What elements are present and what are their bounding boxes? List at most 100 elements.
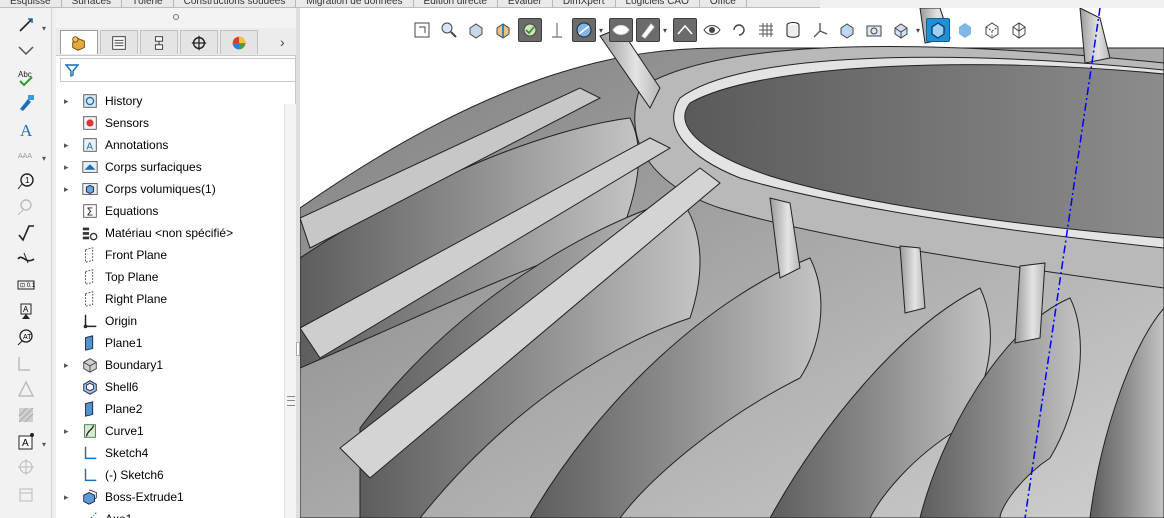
- area-hatch-button[interactable]: [14, 404, 38, 426]
- edit-appearance-button[interactable]: [636, 18, 660, 42]
- graphics-area[interactable]: [300, 8, 1164, 518]
- magnetic-line-button[interactable]: [14, 196, 38, 218]
- expand-arrow-icon[interactable]: ▸: [64, 96, 72, 106]
- tree-item[interactable]: Front Plane: [56, 244, 284, 266]
- tree-item[interactable]: Origin: [56, 310, 284, 332]
- command-tab[interactable]: Surfaces: [62, 0, 123, 7]
- tree-filter[interactable]: [60, 58, 296, 82]
- tree-item[interactable]: ▸ Corps surfaciques: [56, 156, 284, 178]
- format-painter-button[interactable]: [14, 92, 38, 114]
- panel-grip[interactable]: [56, 8, 296, 28]
- tree-item[interactable]: ▸ Curve1: [56, 420, 284, 442]
- display-style-button[interactable]: [572, 18, 596, 42]
- tree-item[interactable]: ▸ A Annotations: [56, 134, 284, 156]
- more-tabs-button[interactable]: ›: [280, 35, 292, 49]
- weld-symbol-button[interactable]: [14, 248, 38, 270]
- view-cube-button[interactable]: [889, 18, 913, 42]
- command-tab[interactable]: Logiciels CAO: [616, 0, 700, 7]
- tree-item[interactable]: Sketch4: [56, 442, 284, 464]
- tree-item[interactable]: Plane1: [56, 332, 284, 354]
- datum-feature-button[interactable]: ⊡ 0.1: [14, 274, 38, 296]
- rotate-button[interactable]: [727, 18, 751, 42]
- center-mark-button[interactable]: [14, 456, 38, 478]
- zoom-to-fit-button[interactable]: [410, 18, 434, 42]
- dropdown-caret-icon[interactable]: ▾: [42, 154, 50, 163]
- surface-finish-button[interactable]: [14, 222, 38, 244]
- featuremanager-tab[interactable]: [60, 30, 98, 54]
- command-tab[interactable]: Édition directe: [414, 0, 498, 7]
- expand-arrow-icon[interactable]: ▸: [64, 140, 72, 150]
- expand-arrow-icon[interactable]: ▸: [64, 162, 72, 172]
- realview-button[interactable]: [835, 18, 859, 42]
- command-tab[interactable]: DimXpert: [553, 0, 616, 7]
- triad-button[interactable]: [808, 18, 832, 42]
- tree-item[interactable]: Shell6: [56, 376, 284, 398]
- tree-item[interactable]: ▸ Corps volumiques(1): [56, 178, 284, 200]
- block-button[interactable]: A: [14, 430, 38, 452]
- center-mark-icon: [16, 457, 36, 477]
- datum-target-button[interactable]: AT: [14, 326, 38, 348]
- hide-show-button[interactable]: [609, 18, 633, 42]
- note-button[interactable]: A: [14, 118, 38, 140]
- tree-item[interactable]: Top Plane: [56, 266, 284, 288]
- expand-arrow-icon[interactable]: ▸: [64, 426, 72, 436]
- tree-item[interactable]: (-) Sketch6: [56, 464, 284, 486]
- expand-arrow-icon[interactable]: ▸: [64, 184, 72, 194]
- balloon-button[interactable]: AAA: [14, 144, 38, 166]
- expand-arrow-icon[interactable]: ▸: [64, 492, 72, 502]
- dynamic-annotation-button[interactable]: [518, 18, 542, 42]
- section-view-button[interactable]: [491, 18, 515, 42]
- previous-view-button[interactable]: [464, 18, 488, 42]
- database-button[interactable]: [781, 18, 805, 42]
- spell-check-button[interactable]: Abc: [14, 66, 38, 88]
- tree-item[interactable]: Plane2: [56, 398, 284, 420]
- configurationmanager-tab[interactable]: [140, 30, 178, 54]
- dropdown-caret-icon[interactable]: ▾: [663, 26, 671, 35]
- wireframe-button[interactable]: [1007, 18, 1031, 42]
- align-button[interactable]: [14, 40, 38, 62]
- command-tab[interactable]: Migration de données: [296, 0, 414, 7]
- tree-item[interactable]: ▸ History: [56, 90, 284, 112]
- camera-button[interactable]: [862, 18, 886, 42]
- command-tab[interactable]: Constructions soudées: [174, 0, 297, 7]
- tree-item[interactable]: Right Plane: [56, 288, 284, 310]
- equation-icon: Σ: [80, 202, 100, 220]
- revision-cloud-button[interactable]: [14, 378, 38, 400]
- command-tab[interactable]: Tôlerie: [122, 0, 174, 7]
- tree-item[interactable]: ▸ Boundary1: [56, 354, 284, 376]
- wireframe-icon: [1009, 20, 1029, 40]
- dropdown-caret-icon[interactable]: ▾: [42, 440, 50, 449]
- dropdown-caret-icon[interactable]: ▾: [599, 26, 607, 35]
- smart-dimension-button[interactable]: [14, 14, 38, 36]
- displaymanager-tab[interactable]: [220, 30, 258, 54]
- dimxpertmanager-tab[interactable]: [180, 30, 218, 54]
- hidden-lines-button[interactable]: [980, 18, 1004, 42]
- command-tab[interactable]: Esquisse: [0, 0, 62, 7]
- geometric-tolerance-button[interactable]: A: [14, 300, 38, 322]
- command-tab[interactable]: Office: [700, 0, 747, 7]
- autoballoon-button[interactable]: 1: [14, 170, 38, 192]
- view-orientation-button[interactable]: [545, 18, 569, 42]
- tree-item-label: History: [105, 94, 143, 108]
- view-settings-button[interactable]: [700, 18, 724, 42]
- apply-scene-button[interactable]: [673, 18, 697, 42]
- tree-item[interactable]: Σ Equations: [56, 200, 284, 222]
- grid-button[interactable]: [754, 18, 778, 42]
- zoom-area-button[interactable]: [437, 18, 461, 42]
- tree-item[interactable]: Axe1: [56, 508, 284, 518]
- hole-callout-button[interactable]: [14, 352, 38, 374]
- dropdown-caret-icon[interactable]: ▾: [916, 26, 924, 35]
- tree-item[interactable]: Sensors: [56, 112, 284, 134]
- expand-arrow-icon[interactable]: ▸: [64, 360, 72, 370]
- zoom-area-icon: [439, 20, 459, 40]
- tree-scrollbar[interactable]: [284, 104, 296, 518]
- svg-text:A: A: [86, 142, 93, 153]
- dropdown-caret-icon[interactable]: ▾: [42, 24, 50, 33]
- command-tab[interactable]: Évaluer: [498, 0, 553, 7]
- centerline-button[interactable]: [14, 482, 38, 504]
- shaded-button[interactable]: [953, 18, 977, 42]
- tree-item[interactable]: Matériau <non spécifié>: [56, 222, 284, 244]
- propertymanager-tab[interactable]: [100, 30, 138, 54]
- tree-item[interactable]: ▸ Boss-Extrude1: [56, 486, 284, 508]
- shaded-with-edges-button[interactable]: [926, 18, 950, 42]
